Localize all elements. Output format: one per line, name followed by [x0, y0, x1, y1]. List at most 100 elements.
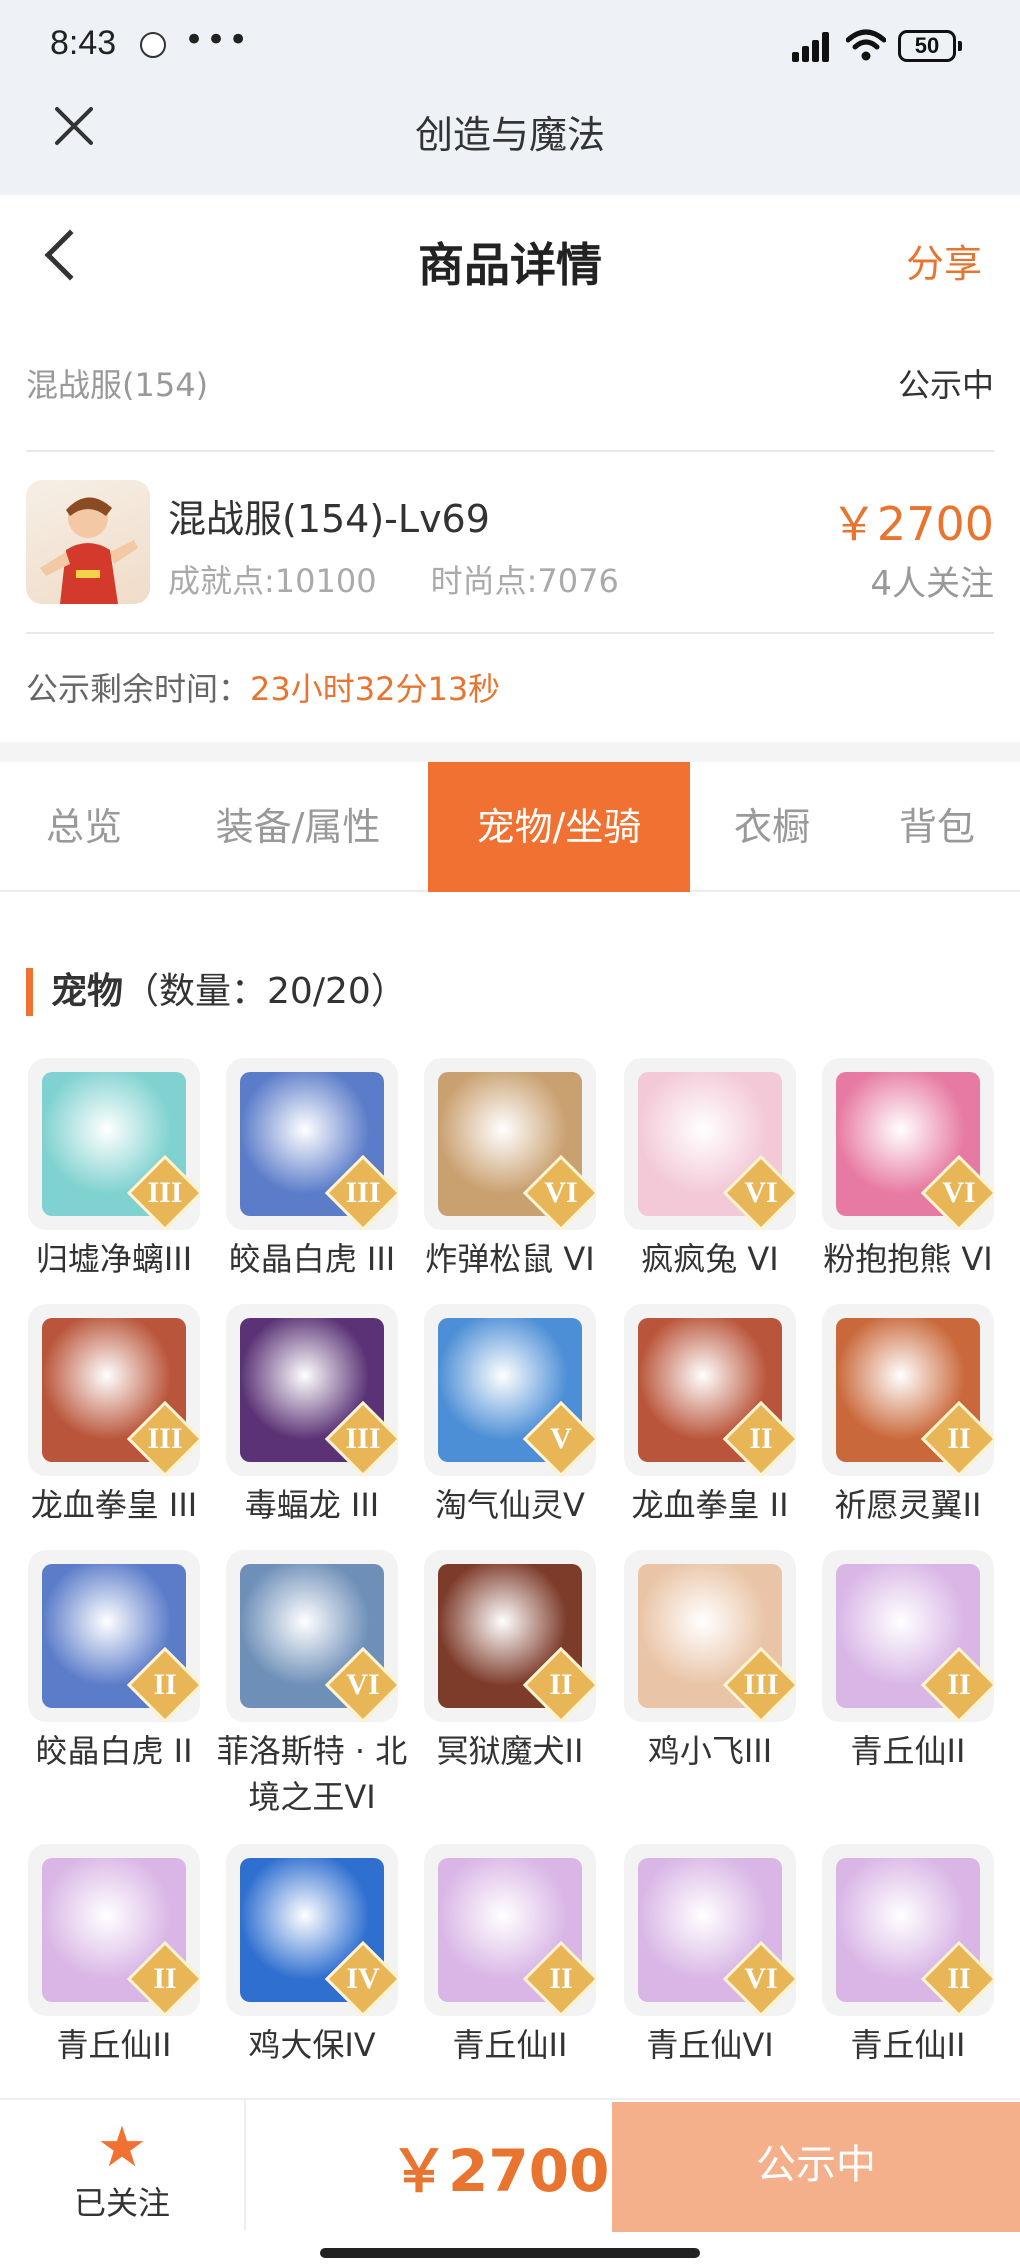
rank-badge-text: III	[147, 1176, 183, 1209]
tab-overview[interactable]: 总览	[0, 762, 168, 892]
pet-name: 祈愿灵翼II	[834, 1486, 982, 1524]
server-row: 混战服(154) 公示中	[26, 360, 994, 420]
pet-name: 青丘仙II	[56, 2026, 172, 2064]
battery-icon: 50	[898, 30, 962, 62]
share-button[interactable]: 分享	[906, 233, 982, 288]
rank-badge-text: II	[153, 1962, 177, 1995]
pet-card[interactable]: VI 疯疯兔 VI	[624, 1058, 796, 1282]
bottom-bar: ★ 已关注 ￥2700 公示中	[0, 2098, 1020, 2267]
pet-image: II	[822, 1304, 994, 1476]
pet-name: 龙血拳皇 II	[631, 1486, 789, 1524]
divider	[26, 450, 994, 452]
pet-image: VI	[822, 1058, 994, 1230]
tab-backpack[interactable]: 背包	[854, 762, 1020, 892]
pet-name: 青丘仙VI	[646, 2026, 774, 2064]
pet-image: VI	[424, 1058, 596, 1230]
pet-card[interactable]: II 青丘仙II	[822, 1550, 994, 1774]
pet-card[interactable]: IV 鸡大保IV	[226, 1844, 398, 2068]
pet-image: III	[226, 1058, 398, 1230]
pet-card[interactable]: III 龙血拳皇 III	[28, 1304, 200, 1528]
pet-image: II	[822, 1550, 994, 1722]
app-title: 创造与魔法	[414, 113, 605, 157]
divider	[26, 632, 994, 634]
pet-image: VI	[624, 1058, 796, 1230]
rank-badge-text: V	[550, 1422, 572, 1455]
bottom-price: ￥2700	[390, 2137, 610, 2205]
pet-card[interactable]: VI 青丘仙VI	[624, 1844, 796, 2068]
rank-badge-text: II	[549, 1668, 573, 1701]
item-price: ￥2700	[830, 497, 994, 551]
pets-section-title: 宠物（数量：20/20）	[26, 968, 407, 1016]
listing-status: 公示中	[897, 366, 994, 404]
pet-image: III	[28, 1304, 200, 1476]
rank-badge-text: III	[147, 1422, 183, 1455]
pet-name: 龙血拳皇 III	[30, 1486, 198, 1524]
rank-badge-text: III	[345, 1176, 381, 1209]
qq-notification-icon	[140, 32, 166, 58]
pet-card[interactable]: VI 粉抱抱熊 VI	[822, 1058, 994, 1282]
pet-card[interactable]: III 毒蝠龙 III	[226, 1304, 398, 1528]
pet-name: 青丘仙II	[850, 2026, 966, 2064]
pet-card[interactable]: II 青丘仙II	[822, 1844, 994, 2068]
pet-name: 皎晶白虎 II	[35, 1732, 193, 1770]
tab-wardrobe[interactable]: 衣橱	[690, 762, 854, 892]
item-points: 成就点:10100 时尚点:7076	[168, 556, 673, 602]
follow-button[interactable]: ★ 已关注	[60, 2118, 184, 2224]
nav-header: 商品详情 分享	[0, 195, 1020, 325]
pet-card[interactable]: VI 炸弹松鼠 VI	[424, 1058, 596, 1282]
pet-image: V	[424, 1304, 596, 1476]
pet-name: 淘气仙灵V	[435, 1486, 585, 1524]
pet-card[interactable]: II 青丘仙II	[28, 1844, 200, 2068]
pet-name: 毒蝠龙 III	[244, 1486, 380, 1524]
rank-badge-text: II	[153, 1668, 177, 1701]
countdown-label: 公示剩余时间：	[26, 670, 251, 708]
countdown-value: 23小时32分13秒	[250, 670, 501, 708]
pets-count: （数量：20/20）	[123, 971, 407, 1012]
rank-badge-text: VI	[346, 1668, 380, 1701]
pet-image: III	[226, 1304, 398, 1476]
pet-image: IV	[226, 1844, 398, 2016]
pet-image: III	[28, 1058, 200, 1230]
rank-badge-text: II	[947, 1668, 971, 1701]
pet-card[interactable]: II 青丘仙II	[424, 1844, 596, 2068]
pet-card[interactable]: VI 菲洛斯特 · 北境之王VI	[217, 1550, 407, 1820]
pet-image: II	[28, 1550, 200, 1722]
rank-badge-text: VI	[744, 1176, 778, 1209]
pet-name: 粉抱抱熊 VI	[823, 1240, 993, 1278]
cellular-signal-icon	[792, 32, 832, 62]
item-name: 混战服(154)-Lv69	[168, 497, 490, 541]
pet-image: II	[28, 1844, 200, 2016]
section-separator	[0, 742, 1020, 762]
app-header: 8:43 ••• 50 创造与魔法	[0, 0, 1020, 195]
pet-card[interactable]: III 皎晶白虎 III	[226, 1058, 398, 1282]
tab-pets-mounts[interactable]: 宠物/坐骑	[428, 762, 690, 892]
pet-card[interactable]: II 皎晶白虎 II	[28, 1550, 200, 1774]
pet-card[interactable]: III 归墟净螭III	[28, 1058, 200, 1282]
rank-badge-text: VI	[544, 1176, 578, 1209]
pet-image: II	[822, 1844, 994, 2016]
rank-badge-text: III	[345, 1422, 381, 1455]
tab-equipment[interactable]: 装备/属性	[168, 762, 428, 892]
pet-card[interactable]: II 龙血拳皇 II	[624, 1304, 796, 1528]
detail-tabs: 总览 装备/属性 宠物/坐骑 衣橱 背包	[0, 762, 1020, 892]
pet-image: VI	[624, 1844, 796, 2016]
pet-card[interactable]: II 冥狱魔犬II	[424, 1550, 596, 1774]
countdown: 公示剩余时间：23小时32分13秒	[26, 664, 500, 710]
pet-card[interactable]: V 淘气仙灵V	[424, 1304, 596, 1528]
pet-card[interactable]: III 鸡小飞III	[624, 1550, 796, 1774]
pet-image: II	[424, 1550, 596, 1722]
buy-button[interactable]: 公示中	[612, 2102, 1020, 2232]
rank-badge-text: III	[743, 1668, 779, 1701]
pet-image: VI	[226, 1550, 398, 1722]
pet-card[interactable]: II 祈愿灵翼II	[822, 1304, 994, 1528]
pet-name: 青丘仙II	[850, 1732, 966, 1770]
rank-badge-text: IV	[346, 1962, 380, 1995]
pet-image: III	[624, 1550, 796, 1722]
achievement-points: 成就点:10100	[168, 562, 377, 600]
page-title: 商品详情	[418, 238, 602, 292]
pet-name: 鸡小飞III	[647, 1732, 773, 1770]
pet-name: 冥狱魔犬II	[436, 1732, 584, 1770]
pet-name: 菲洛斯特 · 北境之王VI	[216, 1732, 408, 1816]
home-indicator	[320, 2248, 700, 2258]
server-name: 混战服(154)	[26, 366, 209, 404]
